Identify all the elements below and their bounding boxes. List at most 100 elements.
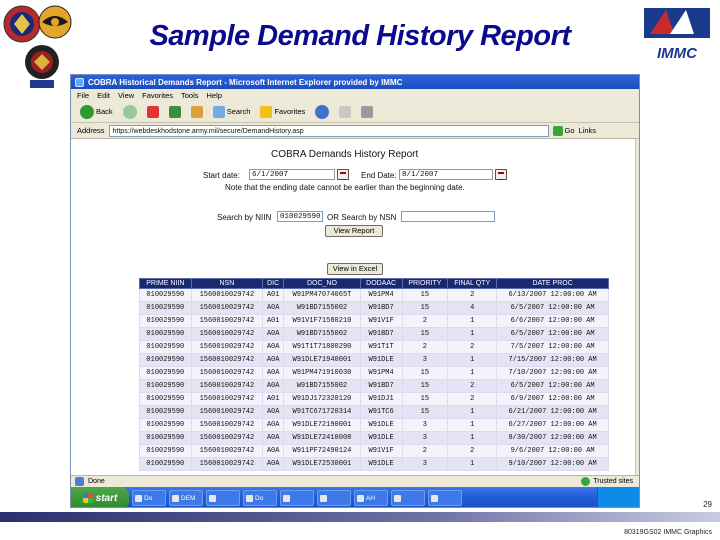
menu-tools[interactable]: Tools (181, 91, 199, 100)
table-cell: A0A (262, 327, 285, 341)
favorites-button[interactable]: Favorites (257, 103, 308, 121)
taskbar-item[interactable] (280, 490, 314, 506)
table-cell: 15 (401, 366, 449, 380)
taskbar-item[interactable]: DEM (169, 490, 203, 506)
table-cell: 3 (401, 431, 449, 445)
col-priority[interactable]: PRIORITY (401, 278, 449, 289)
table-cell: 1560010029742 (190, 366, 264, 380)
table-row[interactable]: 010029590 1560010029742 A01 W91V1F71580210 W… (139, 314, 609, 328)
start-button[interactable]: start (71, 487, 129, 507)
taskbar-item[interactable]: AH (354, 490, 388, 506)
table-row[interactable]: 010029590 1560010029742 A0A W91DLE72190001 W… (139, 418, 609, 432)
col-dic[interactable]: DIC (262, 278, 285, 289)
table-row[interactable]: 010029590 1560010029742 A01 W91DJ172320120 W… (139, 392, 609, 406)
table-cell: W91BD7 (359, 327, 403, 341)
taskbar-item[interactable]: Do (132, 490, 166, 506)
end-date-calendar-icon[interactable] (495, 169, 507, 180)
taskbar-item[interactable] (428, 490, 462, 506)
window-titlebar[interactable]: COBRA Historical Demands Report - Micros… (71, 75, 639, 89)
end-date-input[interactable]: 8/1/2007 (399, 169, 493, 180)
menu-help[interactable]: Help (207, 91, 222, 100)
table-row[interactable]: 010029590 1560010029742 A0A W911PF72490124 W… (139, 444, 609, 458)
view-in-excel-button[interactable]: View in Excel (327, 263, 383, 275)
taskbar-item[interactable] (206, 490, 240, 506)
mail-button[interactable] (336, 103, 354, 121)
table-row[interactable]: 010029590 1560010029742 A0A W91BD7155002 W91… (139, 379, 609, 393)
menu-favorites[interactable]: Favorites (142, 91, 173, 100)
taskbar-item[interactable] (317, 490, 351, 506)
table-cell: 010029590 (139, 405, 192, 419)
stop-button[interactable] (144, 103, 162, 121)
go-button[interactable]: Go (552, 125, 575, 136)
start-date-input[interactable]: 6/1/2007 (249, 169, 335, 180)
col-date-proc[interactable]: DATE PROC (496, 278, 609, 289)
links-label[interactable]: Links (579, 126, 597, 135)
table-cell: W91DLE72190001 (283, 418, 361, 432)
back-button[interactable]: Back (77, 103, 116, 121)
table-cell: A0A (262, 340, 285, 354)
table-row[interactable]: 010029590 1560010029742 A0A W91DLE71940001 W… (139, 353, 609, 367)
table-cell: 010029590 (139, 301, 192, 315)
table-cell: 6/5/2007 12:00:00 AM (496, 327, 609, 341)
table-cell: 1560010029742 (190, 353, 264, 367)
menu-view[interactable]: View (118, 91, 134, 100)
table-row[interactable]: 010029590 1560010029742 A01 W91PM47074065T W… (139, 288, 609, 302)
table-cell: 2 (401, 340, 449, 354)
history-button[interactable] (312, 103, 332, 121)
refresh-button[interactable] (166, 103, 184, 121)
taskbar-item[interactable]: Do (243, 490, 277, 506)
table-row[interactable]: 010029590 1560010029742 A0A W91TC671720314 W… (139, 405, 609, 419)
table-row[interactable]: 010029590 1560010029742 A0A W91DLE72530001 W… (139, 457, 609, 471)
vertical-scrollbar[interactable] (635, 139, 639, 485)
footer-band (0, 512, 720, 522)
address-input[interactable]: https://webdeskhodstone.army.mil/secure/… (108, 124, 549, 137)
taskbar-item[interactable] (391, 490, 425, 506)
menu-file[interactable]: File (77, 91, 89, 100)
window-icon (209, 494, 216, 502)
table-cell: 7/15/2007 12:00:00 AM (496, 353, 609, 367)
start-date-label: Start date: (203, 171, 240, 180)
table-cell: W91DLE71940001 (283, 353, 361, 367)
table-row[interactable]: 010029590 1560010029742 A0A W91PM471910030 W… (139, 366, 609, 380)
windows-taskbar: start Do DEM Do AH (71, 487, 639, 507)
home-button[interactable] (188, 103, 206, 121)
menu-bar: File Edit View Favorites Tools Help (71, 89, 639, 101)
immc-logo: IMMC (644, 8, 710, 62)
table-cell: 1560010029742 (190, 288, 264, 302)
table-header-row: PRIME NIIN NSN DIC DOC_NO DODAAC PRIORIT… (139, 278, 609, 289)
col-doc-no[interactable]: DOC_NO (283, 278, 361, 289)
table-cell: 1 (447, 405, 498, 419)
view-report-button[interactable]: View Report (325, 225, 383, 237)
ie-icon (75, 77, 84, 87)
forward-button[interactable] (120, 103, 140, 121)
col-dodaac[interactable]: DODAAC (359, 278, 403, 289)
go-arrow-icon (552, 125, 563, 136)
footer-credit: 80319GS02 IMMC Graphics (624, 529, 712, 536)
print-button[interactable] (358, 103, 376, 121)
search-button[interactable]: Search (210, 103, 254, 121)
col-nsn[interactable]: NSN (190, 278, 264, 289)
table-row[interactable]: 010029590 1560010029742 A0A W91BD7155002 W91… (139, 327, 609, 341)
browser-toolbar: Back Search Favorites (71, 101, 639, 123)
table-row[interactable]: 010029590 1560010029742 A0A W91BD7155002 W91… (139, 301, 609, 315)
search-nsn-input[interactable] (401, 211, 495, 222)
table-cell: W91DJ172320120 (283, 392, 361, 406)
table-cell: 1560010029742 (190, 444, 264, 458)
table-cell: 15 (401, 288, 449, 302)
taskbar-item-label: Do (255, 494, 264, 502)
table-row[interactable]: 010029590 1560010029742 A0A W91DLE72410008 W… (139, 431, 609, 445)
table-cell: A0A (262, 379, 285, 393)
table-cell: 010029590 (139, 327, 192, 341)
col-final-qty[interactable]: FINAL QTY (447, 278, 498, 289)
menu-edit[interactable]: Edit (97, 91, 110, 100)
table-cell: A01 (262, 392, 285, 406)
col-prime-niin[interactable]: PRIME NIIN (139, 278, 192, 289)
system-tray[interactable] (597, 487, 639, 507)
history-icon (315, 104, 330, 119)
table-cell: W91PM4 (359, 288, 403, 302)
table-cell: 3 (401, 457, 449, 471)
search-niin-input[interactable]: 010029590 (277, 211, 323, 222)
start-date-calendar-icon[interactable] (337, 169, 349, 180)
table-cell: 15 (401, 327, 449, 341)
table-row[interactable]: 010029590 1560010029742 A0A W91T1T71800290 W… (139, 340, 609, 354)
